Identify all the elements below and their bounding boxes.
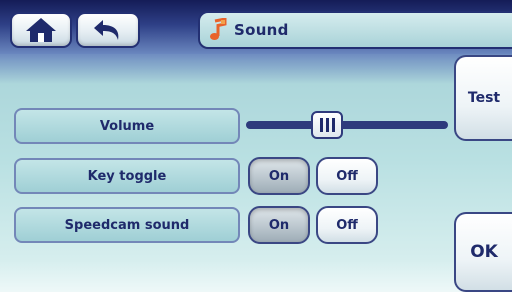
grip-line <box>319 118 323 132</box>
back-button[interactable] <box>76 12 140 48</box>
volume-slider-thumb[interactable] <box>311 111 343 139</box>
speedcam-sound-off-button[interactable]: Off <box>316 206 378 244</box>
key-toggle-off-button[interactable]: Off <box>316 157 378 195</box>
test-button[interactable]: Test <box>454 55 512 141</box>
speedcam-sound-off-label: Off <box>336 217 358 233</box>
back-arrow-icon <box>94 20 119 40</box>
volume-slider-track[interactable] <box>246 121 448 129</box>
volume-label: Volume <box>99 118 155 134</box>
top-bar-fade <box>0 54 512 84</box>
test-button-label: Test <box>467 90 501 106</box>
key-toggle-label: Key toggle <box>87 168 167 184</box>
page-title: Sound <box>234 21 289 39</box>
grip-line <box>331 118 335 132</box>
speedcam-sound-label: Speedcam sound <box>64 217 190 233</box>
home-button[interactable] <box>10 12 72 48</box>
speedcam-sound-on-label: On <box>268 217 290 233</box>
speedcam-sound-on-button[interactable]: On <box>248 206 310 244</box>
speedcam-sound-label-box: Speedcam sound <box>14 207 240 243</box>
ok-button[interactable]: OK <box>454 212 512 292</box>
home-icon <box>26 18 56 42</box>
key-toggle-label-box: Key toggle <box>14 158 240 194</box>
grip-line <box>325 118 329 132</box>
key-toggle-on-button[interactable]: On <box>248 157 310 195</box>
music-note-icon <box>210 18 227 40</box>
volume-label-box: Volume <box>14 108 240 144</box>
key-toggle-off-label: Off <box>336 168 358 184</box>
key-toggle-on-label: On <box>268 168 290 184</box>
title-bar: Sound <box>198 11 512 49</box>
ok-button-label: OK <box>470 242 498 262</box>
